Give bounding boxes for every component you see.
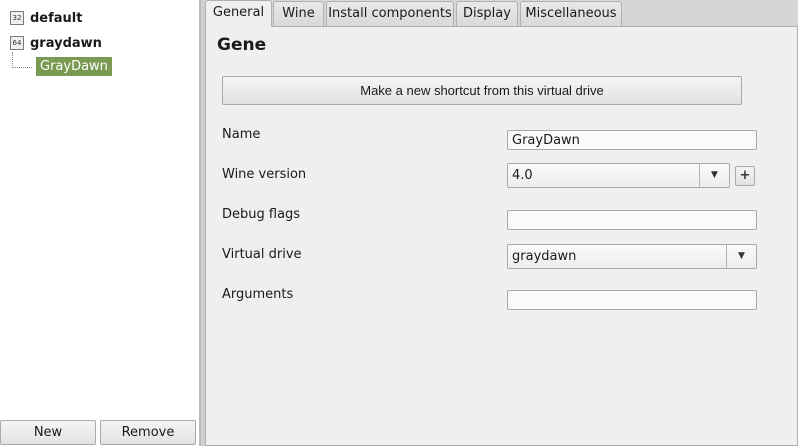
tree-node-graydawn[interactable]: 64 graydawn [10, 34, 102, 52]
wine-version-select[interactable]: 4.0 ▼ [507, 163, 730, 188]
arguments-label: Arguments [222, 287, 294, 302]
section-title: Gene [217, 35, 267, 55]
tree-branch-line [12, 52, 13, 68]
tree-node-default[interactable]: 32 default [10, 9, 82, 27]
add-wine-version-button[interactable]: + [735, 166, 755, 186]
tab-general[interactable]: General [205, 0, 272, 27]
tab-wine[interactable]: Wine [273, 1, 324, 26]
tree-child-graydawn-selected[interactable]: GrayDawn [36, 57, 112, 76]
virtual-drive-value: graydawn [512, 249, 577, 264]
wine-version-value: 4.0 [512, 168, 533, 183]
remove-button[interactable]: Remove [100, 420, 196, 445]
debug-flags-label: Debug flags [222, 207, 301, 222]
plus-icon: + [739, 168, 751, 183]
virtual-drive-label: Virtual drive [222, 247, 302, 262]
general-tab-panel: Gene Make a new shortcut from this virtu… [205, 26, 798, 446]
virtual-drive-panel: 32 default 64 graydawn GrayDawn New Remo… [0, 0, 200, 446]
arch-64-icon: 64 [10, 36, 24, 50]
arguments-input[interactable] [507, 290, 757, 310]
name-input[interactable] [507, 130, 757, 150]
virtual-drive-tree[interactable]: 32 default 64 graydawn GrayDawn [0, 0, 200, 418]
tab-miscellaneous[interactable]: Miscellaneous [520, 1, 622, 26]
debug-flags-input[interactable] [507, 210, 757, 230]
tree-branch-line [12, 67, 32, 68]
chevron-down-icon[interactable]: ▼ [726, 245, 756, 268]
tab-install-components[interactable]: Install components [326, 1, 454, 26]
make-shortcut-button[interactable]: Make a new shortcut from this virtual dr… [222, 76, 742, 105]
wine-version-label: Wine version [222, 167, 307, 182]
tree-node-label: graydawn [30, 35, 102, 51]
tree-node-label: default [30, 10, 83, 26]
tab-display[interactable]: Display [456, 1, 518, 26]
tab-bar: General Wine Install components Display … [205, 0, 798, 27]
name-label: Name [222, 127, 261, 142]
settings-area: General Wine Install components Display … [205, 0, 798, 446]
chevron-down-icon[interactable]: ▼ [699, 164, 729, 187]
arch-32-icon: 32 [10, 11, 24, 25]
new-button[interactable]: New [0, 420, 96, 445]
virtual-drive-select[interactable]: graydawn ▼ [507, 244, 757, 269]
drive-buttons: New Remove [0, 420, 200, 446]
